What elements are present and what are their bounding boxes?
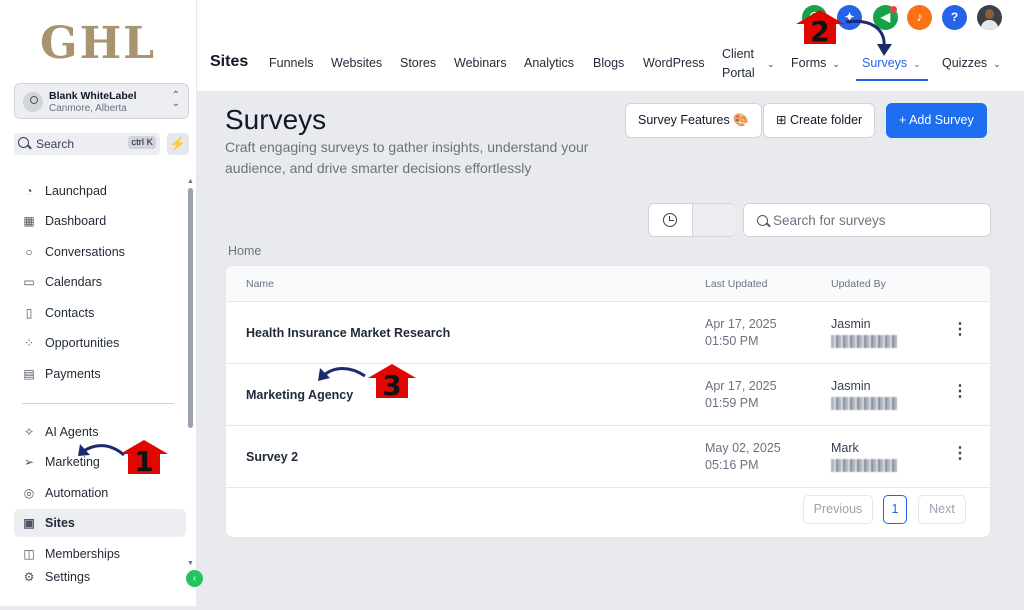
arrow-2 — [845, 19, 886, 49]
annotation-arrows — [78, 19, 892, 457]
arrow-3-head — [318, 368, 330, 381]
arrow-2-head — [877, 44, 892, 56]
arrow-3 — [321, 367, 366, 378]
